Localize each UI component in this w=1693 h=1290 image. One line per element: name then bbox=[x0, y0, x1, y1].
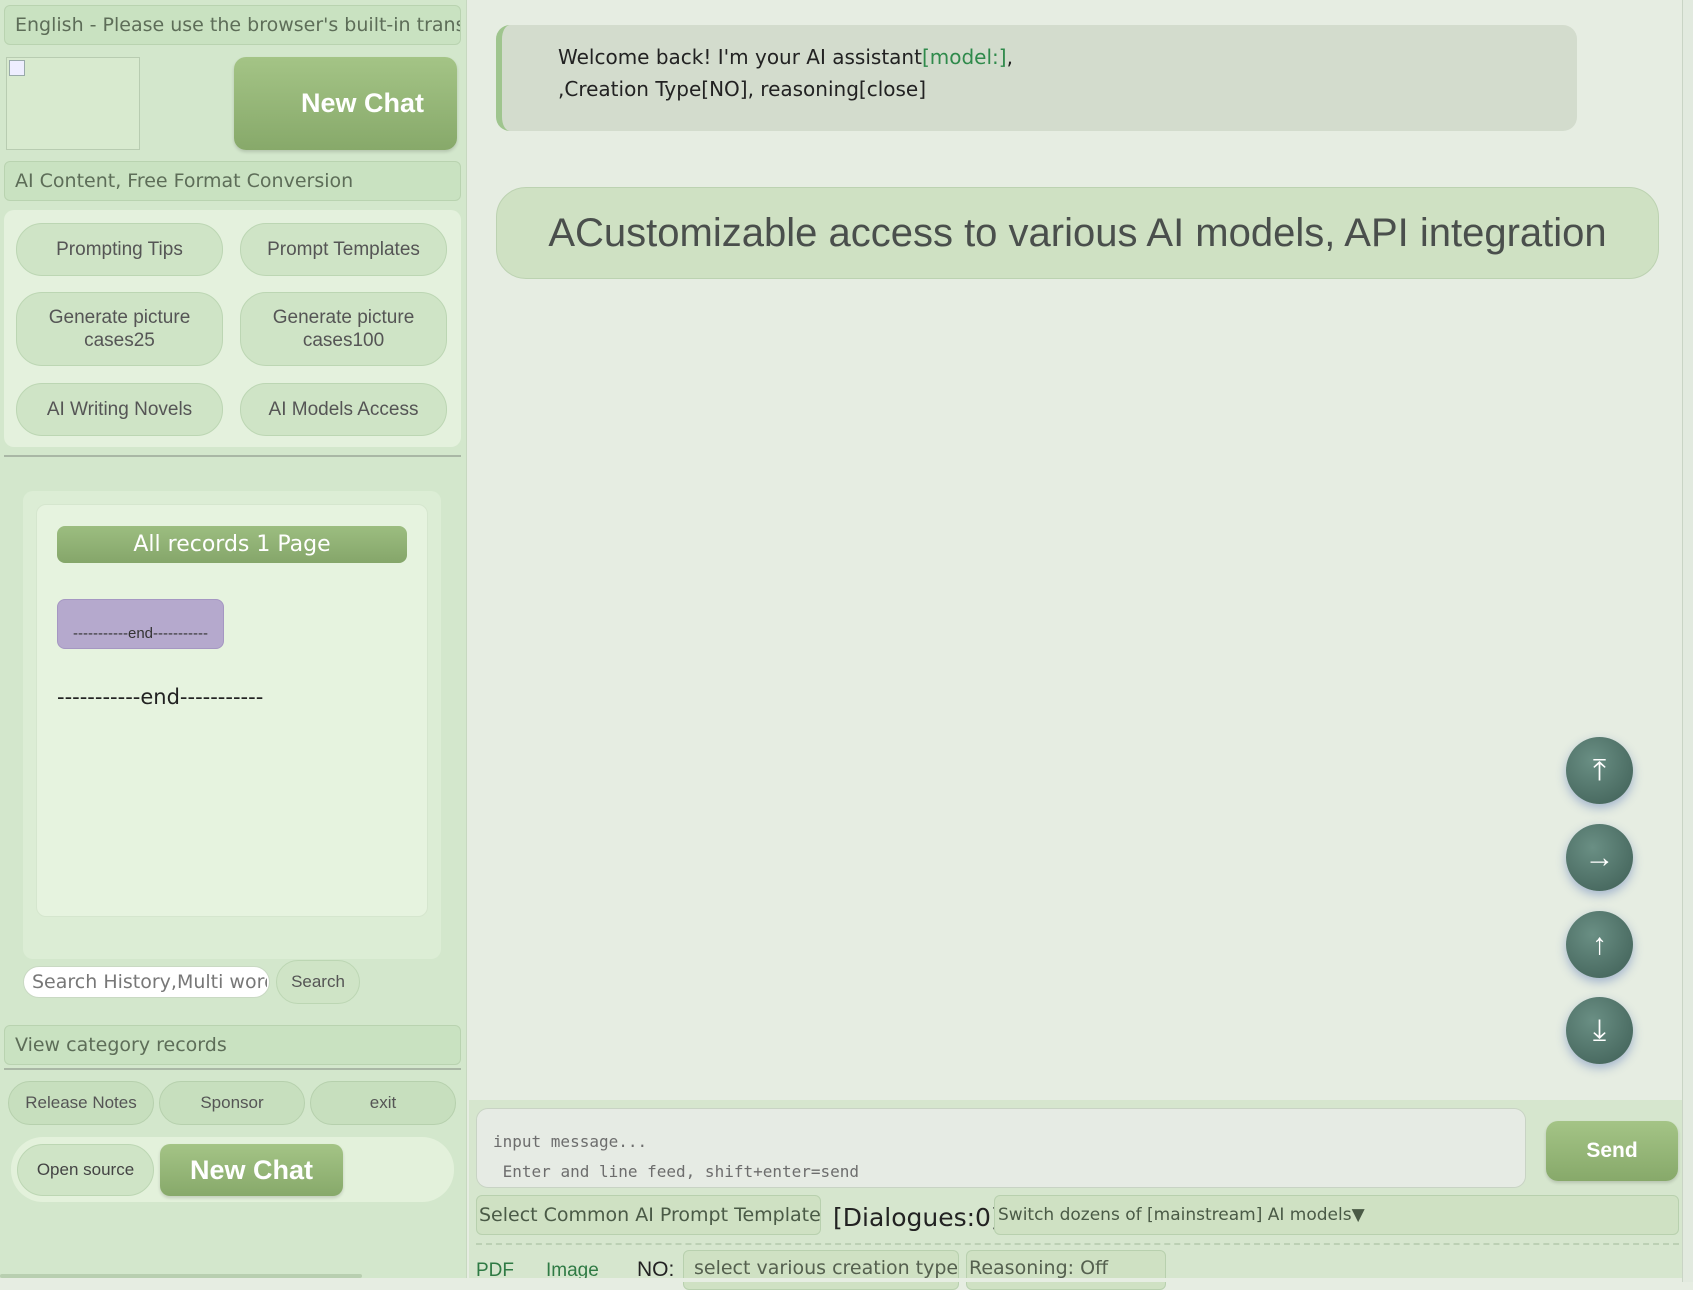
welcome-suffix: , bbox=[1006, 45, 1013, 69]
sponsor-button[interactable]: Sponsor bbox=[159, 1081, 305, 1125]
content-conversion-link[interactable]: AI Content, Free Format Conversion bbox=[4, 161, 461, 201]
main-scrollbar[interactable] bbox=[1682, 0, 1693, 1282]
new-chat-button[interactable]: New Chat bbox=[234, 57, 457, 150]
logo-image bbox=[6, 57, 140, 150]
arrow-up-icon[interactable]: ↑ bbox=[1566, 911, 1633, 978]
scroll-bottom-icon[interactable]: ⤓ bbox=[1566, 997, 1633, 1064]
history-end-marker: -----------end----------- bbox=[57, 685, 264, 709]
bottom-edge bbox=[0, 1278, 1693, 1282]
exit-button[interactable]: exit bbox=[310, 1081, 456, 1125]
dialogue-counter: [Dialogues:0] bbox=[833, 1203, 1001, 1232]
message-input[interactable] bbox=[476, 1108, 1526, 1188]
divider bbox=[476, 1243, 1679, 1245]
divider bbox=[4, 1068, 461, 1070]
arrow-right-icon[interactable]: → bbox=[1566, 824, 1633, 891]
welcome-text: Welcome back! I'm your AI assistant bbox=[558, 45, 922, 69]
divider bbox=[4, 455, 461, 457]
new-chat-bottom-button[interactable]: New Chat bbox=[160, 1144, 343, 1196]
model-select[interactable]: Switch dozens of [mainstream] AI models▼ bbox=[994, 1195, 1679, 1235]
prompt-templates-button[interactable]: Prompt Templates bbox=[240, 223, 447, 276]
welcome-status: ,Creation Type[NO], reasoning[close] bbox=[558, 77, 927, 101]
reasoning-toggle[interactable]: Reasoning: Off bbox=[966, 1250, 1166, 1290]
language-selector[interactable]: English - Please use the browser's built… bbox=[4, 5, 461, 45]
feature-banner[interactable]: ACustomizable access to various AI model… bbox=[496, 187, 1659, 279]
welcome-message: Welcome back! I'm your AI assistant[mode… bbox=[496, 25, 1577, 131]
scroll-top-icon[interactable]: ⤒ bbox=[1566, 737, 1633, 804]
history-search-input[interactable] bbox=[23, 966, 270, 998]
prompting-tips-button[interactable]: Prompting Tips bbox=[16, 223, 223, 276]
ai-models-access-button[interactable]: AI Models Access bbox=[240, 383, 447, 436]
prompt-template-select[interactable]: Select Common AI Prompt Templates bbox=[476, 1195, 821, 1235]
send-button[interactable]: Send bbox=[1546, 1121, 1678, 1181]
sidebar: English - Please use the browser's built… bbox=[0, 0, 467, 1282]
creation-type-select[interactable]: select various creation types bbox=[683, 1250, 959, 1290]
records-header: All records 1 Page bbox=[57, 526, 407, 563]
history-list[interactable] bbox=[36, 504, 428, 917]
generate-picture-cases100-button[interactable]: Generate picture cases100 bbox=[240, 292, 447, 366]
search-button[interactable]: Search bbox=[276, 960, 360, 1004]
release-notes-button[interactable]: Release Notes bbox=[8, 1081, 154, 1125]
history-item[interactable]: -----------end----------- bbox=[57, 599, 224, 649]
generate-picture-cases25-button[interactable]: Generate picture cases25 bbox=[16, 292, 223, 366]
ai-writing-novels-button[interactable]: AI Writing Novels bbox=[16, 383, 223, 436]
broken-image-icon bbox=[9, 60, 25, 76]
open-source-button[interactable]: Open source bbox=[17, 1144, 154, 1196]
model-tag: [model:] bbox=[921, 45, 1007, 69]
category-records-link[interactable]: View category records bbox=[4, 1025, 461, 1065]
